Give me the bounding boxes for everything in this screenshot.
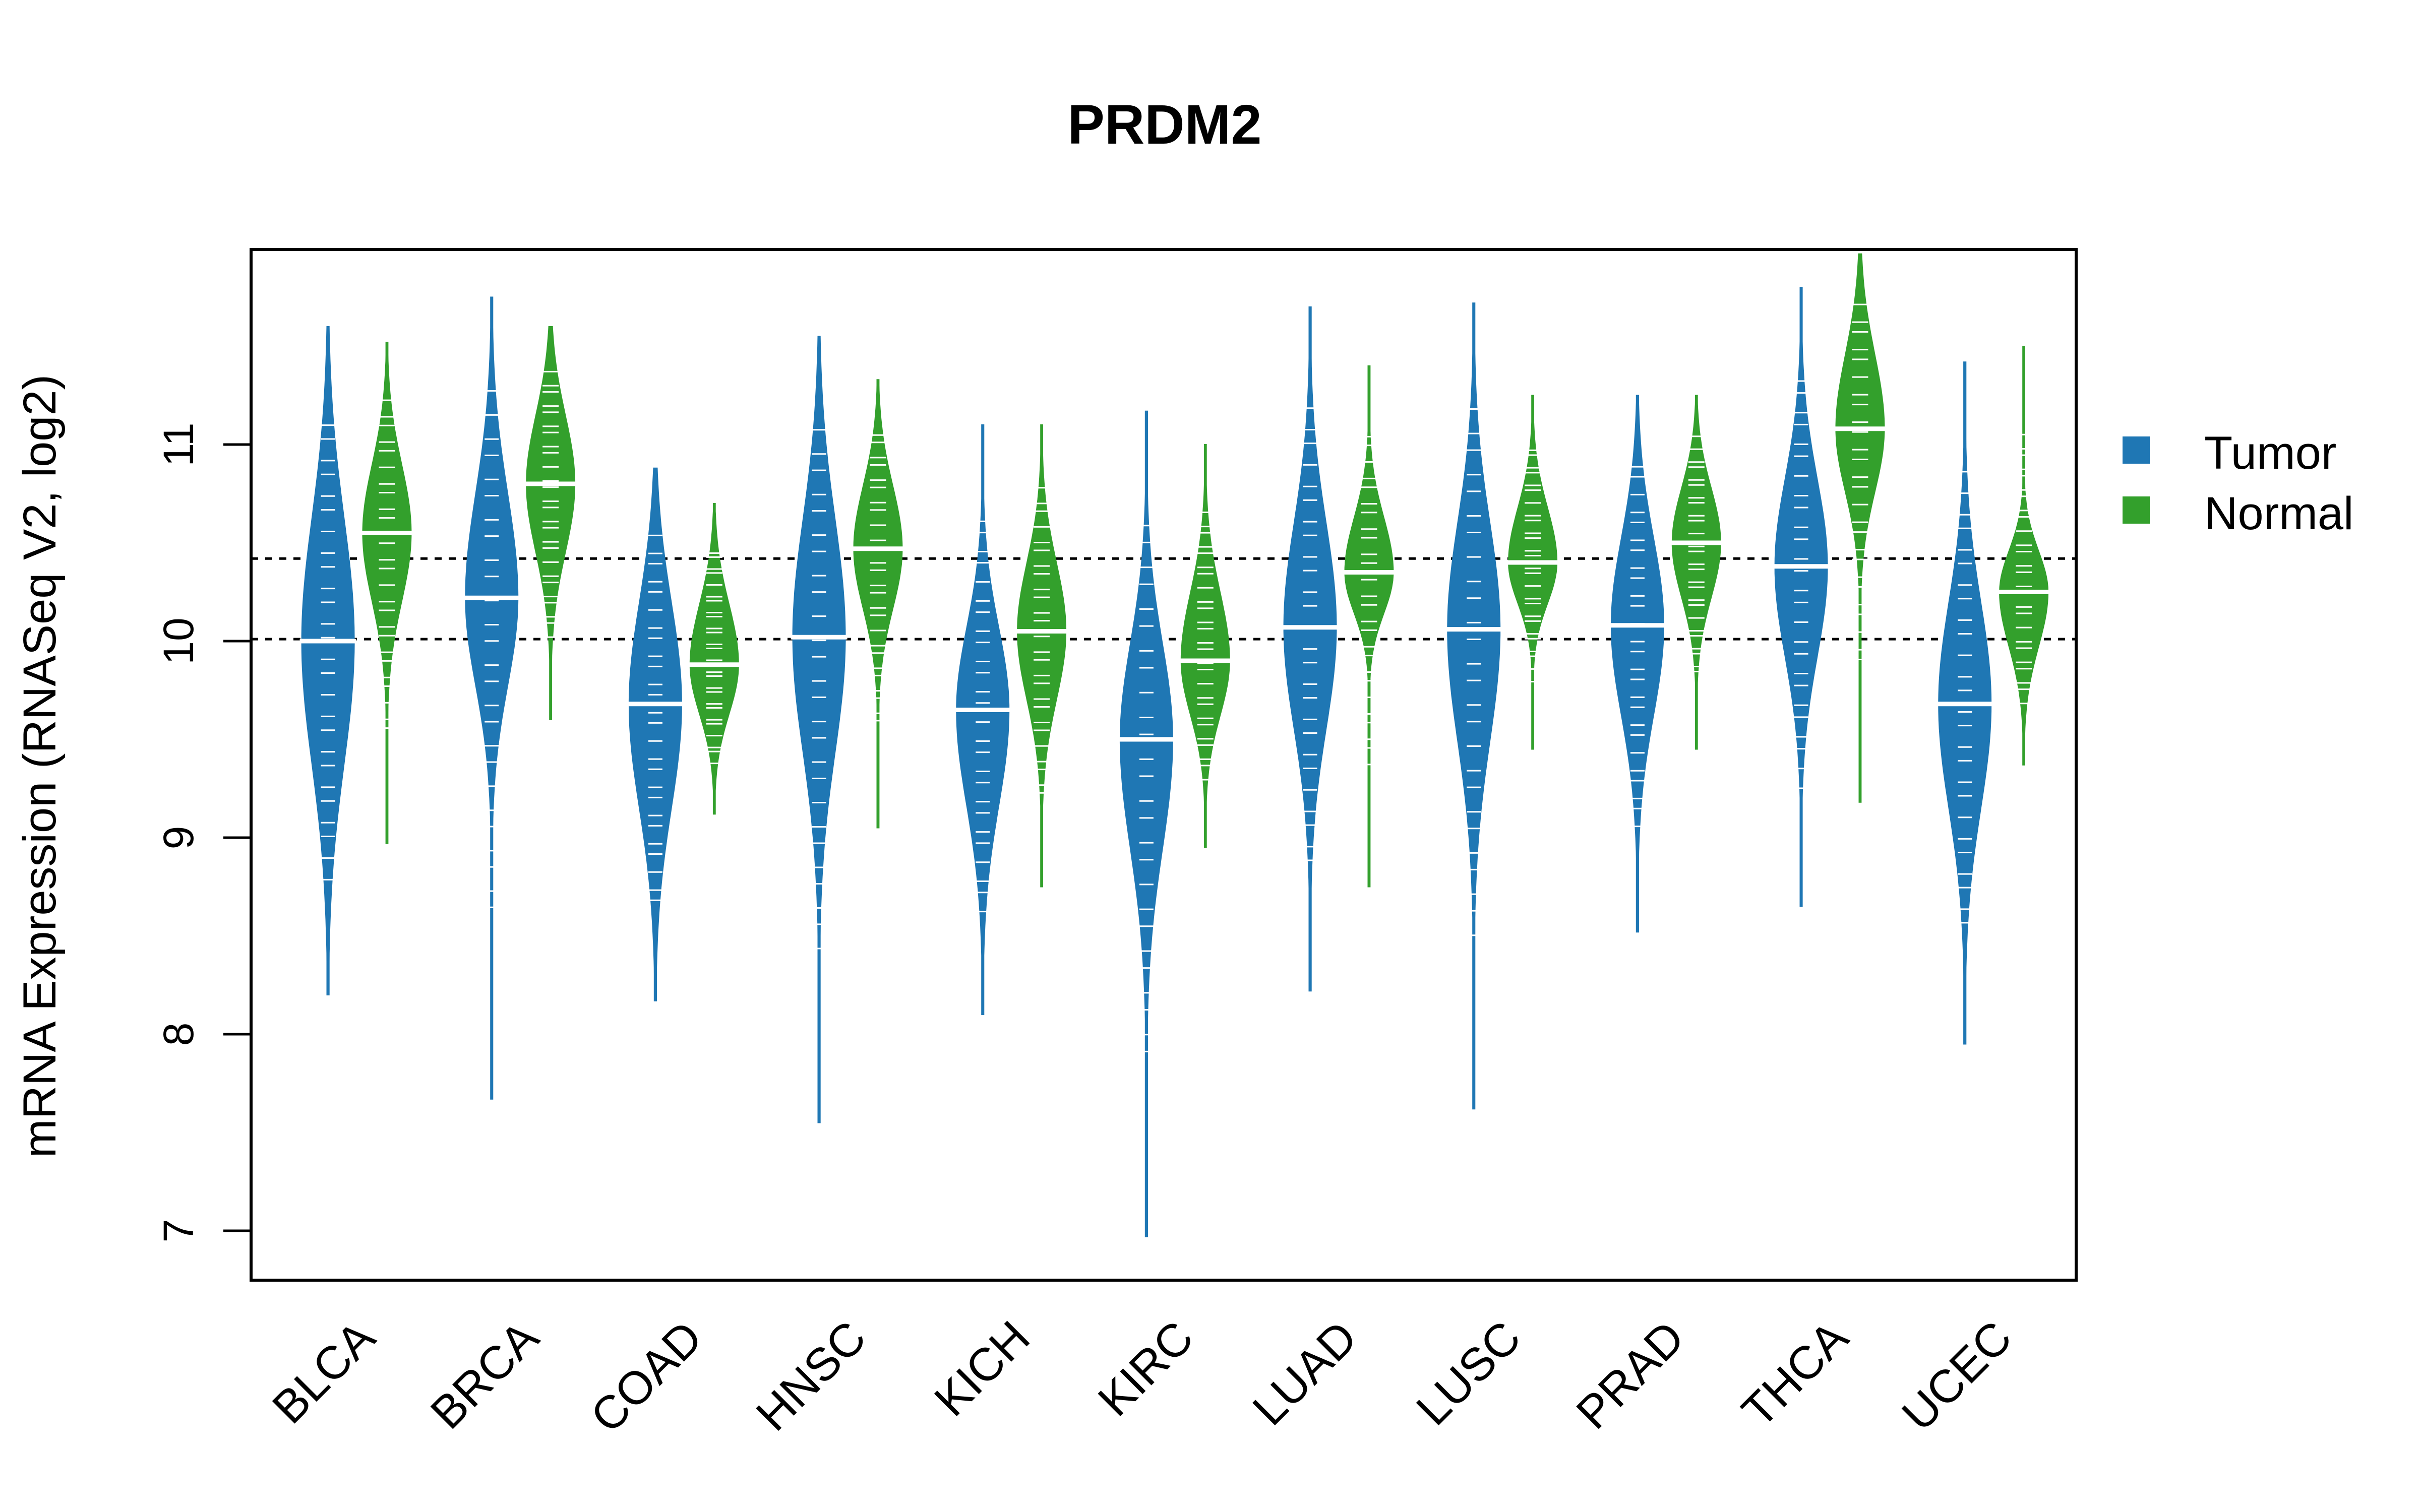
y-tick-label: 11 <box>155 422 202 466</box>
y-tick-label: 7 <box>155 1219 202 1243</box>
legend-swatch-tumor <box>2123 436 2150 464</box>
legend-label-tumor: Tumor <box>2204 427 2336 479</box>
violin-chart: PRDM2 mRNA Expression (RNASeq V2, log2) … <box>0 0 2420 1512</box>
y-tick-label: 10 <box>155 617 202 664</box>
y-tick-label: 9 <box>155 826 202 850</box>
legend-label-normal: Normal <box>2204 488 2353 539</box>
chart-title: PRDM2 <box>1067 94 1261 156</box>
y-axis-label: mRNA Expression (RNASeq V2, log2) <box>14 374 66 1158</box>
legend-swatch-normal <box>2123 496 2150 524</box>
y-tick-label: 8 <box>155 1023 202 1046</box>
